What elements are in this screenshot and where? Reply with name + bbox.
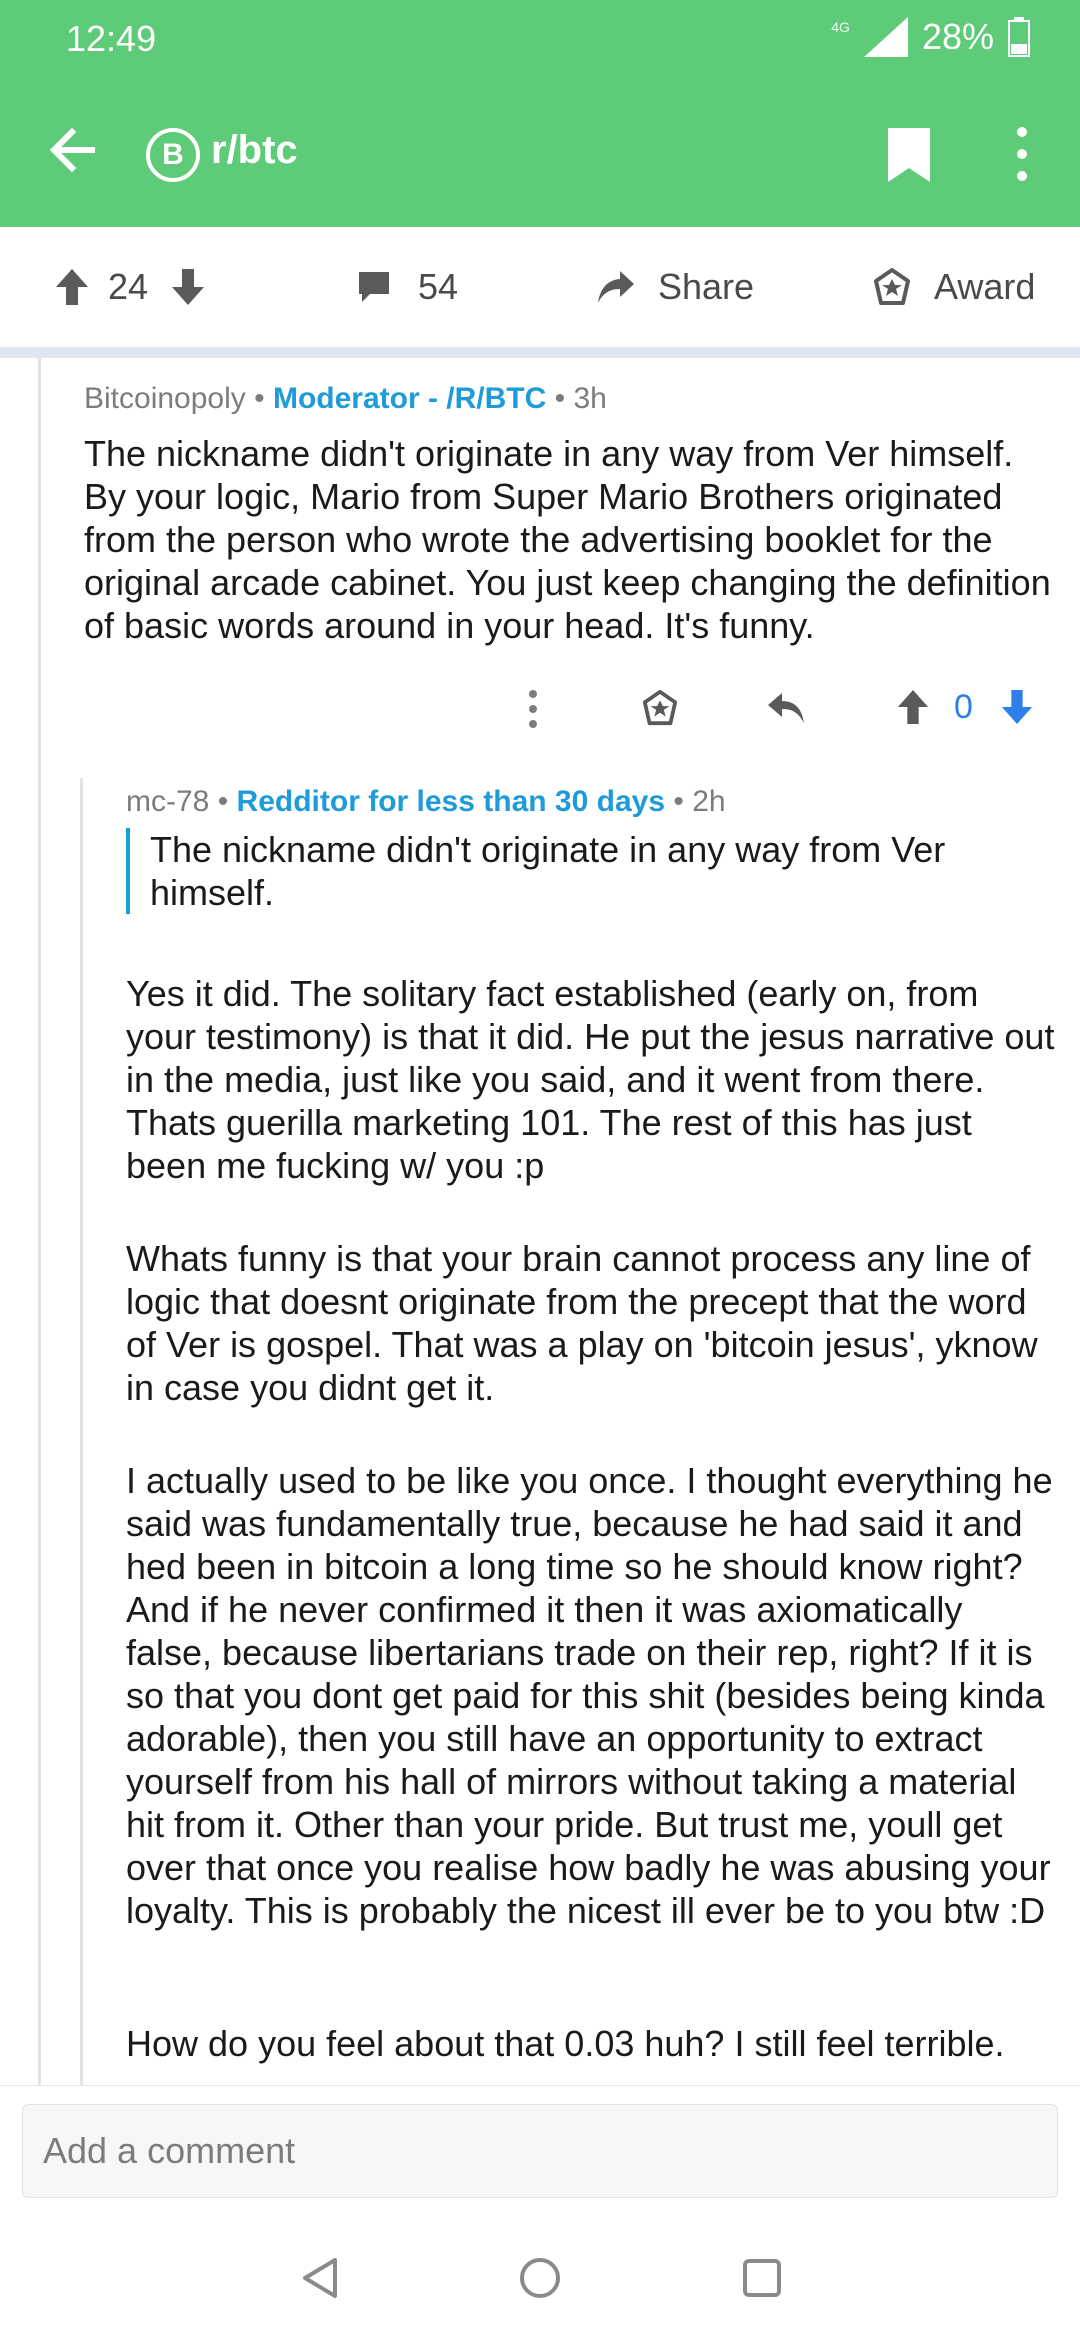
comment-paragraph: I actually used to be like you once. I t… bbox=[126, 1460, 1053, 1931]
battery-icon bbox=[1008, 17, 1030, 57]
system-navigation-bar bbox=[0, 2215, 1080, 2340]
post-action-bar: 24 54 Share Award bbox=[0, 227, 1080, 347]
vote-group: 24 bbox=[54, 227, 206, 347]
back-arrow-icon[interactable] bbox=[44, 122, 100, 178]
author-flair: Redditor for less than 30 days bbox=[236, 785, 665, 818]
thread-line-level-2 bbox=[80, 778, 83, 2085]
award-icon[interactable] bbox=[641, 689, 679, 727]
comment-age: 3h bbox=[573, 382, 607, 415]
comment-author[interactable]: Bitcoinopoly bbox=[84, 382, 246, 415]
comment-meta: Bitcoinopoly • Moderator - /R/BTC • 3h bbox=[84, 382, 607, 416]
author-flair: Moderator - /R/BTC bbox=[272, 382, 547, 415]
more-vertical-icon[interactable] bbox=[1010, 124, 1034, 184]
nav-back-icon[interactable] bbox=[301, 2257, 339, 2299]
comment-thread: Bitcoinopoly • Moderator - /R/BTC • 3h T… bbox=[0, 358, 1080, 2085]
meta-separator: • bbox=[673, 785, 693, 818]
share-label: Share bbox=[658, 266, 755, 307]
comments-button[interactable]: 54 bbox=[356, 227, 458, 347]
meta-separator: • bbox=[217, 785, 237, 818]
battery-level: 28% bbox=[921, 16, 994, 57]
network-type: 4G bbox=[831, 19, 850, 35]
bitcoin-icon: B bbox=[146, 128, 200, 182]
meta-separator: • bbox=[254, 382, 273, 415]
share-button[interactable]: Share bbox=[596, 227, 754, 347]
comment-paragraph: Whats funny is that your brain cannot pr… bbox=[126, 1238, 1038, 1408]
upvote-icon[interactable] bbox=[896, 688, 930, 726]
award-label: Award bbox=[934, 266, 1036, 307]
nav-recents-icon[interactable] bbox=[742, 2258, 782, 2298]
status-time: 12:49 bbox=[66, 18, 157, 59]
award-button[interactable]: Award bbox=[872, 227, 1035, 347]
comment-author[interactable]: mc-78 bbox=[126, 785, 209, 818]
comment-body: The nickname didn't originate in any way… bbox=[84, 433, 1051, 646]
add-comment-field[interactable]: Add a comment bbox=[22, 2104, 1058, 2198]
comment-score: 0 bbox=[954, 688, 973, 726]
nav-home-icon[interactable] bbox=[519, 2257, 561, 2299]
upvote-icon[interactable] bbox=[54, 267, 90, 307]
quoted-text: The nickname didn't originate in any way… bbox=[126, 828, 1026, 914]
signal-icon bbox=[863, 17, 908, 57]
award-icon bbox=[874, 268, 910, 305]
more-vertical-icon[interactable] bbox=[527, 688, 539, 730]
comment-paragraph: How do you feel about that 0.03 huh? I s… bbox=[126, 2023, 1005, 2064]
subreddit-name[interactable]: r/btc bbox=[211, 128, 298, 173]
comment-composer: Add a comment bbox=[0, 2085, 1080, 2215]
comment-age: 2h bbox=[692, 785, 726, 818]
app-header: 12:49 4G 28% B r/btc bbox=[0, 0, 1080, 227]
share-icon bbox=[598, 271, 634, 303]
reply-icon[interactable] bbox=[766, 691, 806, 725]
status-icons: 4G 28% bbox=[831, 16, 1030, 58]
comment-count: 54 bbox=[418, 266, 459, 307]
downvote-icon[interactable] bbox=[1000, 688, 1034, 726]
section-divider bbox=[0, 347, 1080, 358]
comment-meta: mc-78 • Redditor for less than 30 days •… bbox=[126, 785, 726, 819]
post-score: 24 bbox=[108, 266, 149, 307]
meta-separator: • bbox=[554, 382, 574, 415]
comment-paragraph: Yes it did. The solitary fact establishe… bbox=[126, 973, 1055, 1186]
downvote-icon[interactable] bbox=[170, 267, 206, 307]
comment-icon bbox=[359, 272, 389, 302]
bookmark-icon[interactable] bbox=[886, 126, 932, 184]
thread-line-level-1 bbox=[38, 358, 41, 2085]
